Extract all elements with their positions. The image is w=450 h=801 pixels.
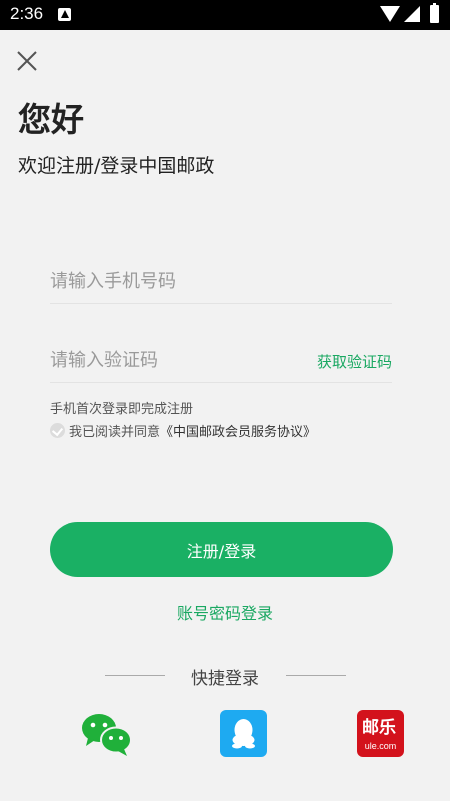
divider-line	[286, 675, 346, 676]
ule-logo-en: ule.com	[364, 741, 397, 751]
quick-login-label: 快捷登录	[191, 669, 259, 689]
status-time: 2:36	[10, 4, 44, 23]
page-title: 您好	[18, 100, 84, 139]
password-login-link[interactable]: 账号密码登录	[0, 600, 450, 624]
battery-icon	[430, 3, 439, 23]
notification-icon	[58, 8, 71, 21]
ule-logo[interactable]: 邮乐 ule.com	[357, 710, 404, 757]
agreement-checkbox[interactable]	[50, 422, 65, 438]
signal-icon	[404, 6, 420, 22]
phone-field	[50, 258, 392, 304]
code-input[interactable]	[50, 345, 310, 375]
divider-line	[105, 675, 165, 676]
wechat-icon[interactable]	[80, 710, 132, 758]
wifi-icon	[380, 6, 400, 22]
quick-login-divider: 快捷登录	[0, 664, 450, 689]
page-subtitle: 欢迎注册/登录中国邮政	[18, 155, 215, 177]
register-hint: 手机首次登录即完成注册	[50, 402, 194, 417]
code-field: 获取验证码	[50, 337, 392, 383]
get-code-button[interactable]: 获取验证码	[317, 351, 392, 372]
agreement-row: 我已阅读并同意 《中国邮政会员服务协议》	[50, 421, 316, 440]
register-login-button[interactable]: 注册/登录	[50, 522, 393, 577]
agreement-text: 我已阅读并同意	[69, 424, 161, 440]
qq-icon[interactable]	[220, 710, 267, 757]
close-icon[interactable]	[14, 48, 40, 74]
status-bar: 2:36	[0, 0, 450, 30]
phone-input[interactable]	[50, 266, 310, 296]
agreement-link[interactable]: 《中国邮政会员服务协议》	[160, 421, 316, 440]
ule-logo-cn: 邮乐	[362, 718, 396, 738]
